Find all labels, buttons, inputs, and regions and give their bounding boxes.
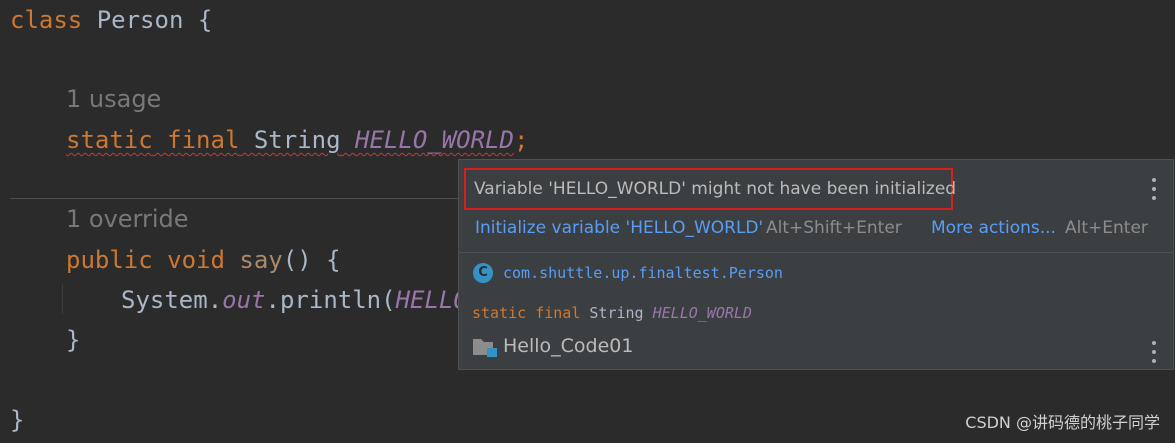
more-vertical-icon[interactable] — [1148, 178, 1160, 200]
code-line-class[interactable]: class Person { — [10, 0, 212, 40]
watermark: CSDN @讲码德的桃子同学 — [965, 413, 1160, 432]
error-squiggle[interactable]: static final String HELLO_WORLD — [66, 126, 514, 154]
decl-type: String — [589, 304, 644, 322]
code-line-method[interactable]: public void say() { — [66, 240, 341, 280]
inspection-popup: Variable 'HELLO_WORLD' might not have be… — [458, 159, 1174, 370]
keyword-static: static — [66, 126, 153, 154]
decl-keywords: static final — [472, 304, 581, 322]
more-vertical-icon[interactable] — [1148, 341, 1160, 363]
usage-hint[interactable]: 1 usage — [66, 79, 161, 119]
code-line-field[interactable]: static final String HELLO_WORLD; — [66, 120, 528, 160]
code-line-close-method[interactable]: } — [66, 320, 80, 360]
keyword-public: public — [66, 246, 153, 274]
println-call: .println( — [265, 286, 396, 314]
class-icon: C — [473, 263, 493, 283]
decl-name: HELLO_WORLD — [652, 304, 752, 322]
qualified-class-name[interactable]: com.shuttle.up.finaltest.Person — [503, 261, 783, 285]
indent-guide — [62, 284, 63, 314]
code-line-close-class[interactable]: } — [10, 400, 24, 440]
method-params: () { — [282, 246, 341, 274]
field-declaration: static final String HELLO_WORLD — [472, 300, 752, 326]
system-ref: System. — [121, 286, 223, 314]
keyword-class: class — [10, 6, 83, 34]
override-hint[interactable]: 1 override — [66, 199, 189, 239]
semicolon: ; — [513, 126, 529, 154]
type-string: String — [253, 126, 341, 154]
keyword-void: void — [167, 246, 225, 274]
module-folder-icon — [473, 339, 497, 357]
out-field: out — [222, 286, 266, 314]
module-name: Hello_Code01 — [503, 335, 634, 357]
more-actions-shortcut: Alt+Enter — [1065, 218, 1148, 238]
quick-fix-shortcut: Alt+Shift+Enter — [766, 218, 902, 238]
class-name: Person { — [82, 6, 213, 34]
popup-divider — [459, 252, 1173, 253]
more-actions-link[interactable]: More actions... — [931, 215, 1056, 241]
field-hello-world: HELLO_WORLD — [355, 126, 514, 154]
code-line-print[interactable]: System.out.println(HELLO_ — [121, 280, 482, 320]
error-message: Variable 'HELLO_WORLD' might not have be… — [474, 179, 957, 199]
method-say: say — [239, 246, 283, 274]
keyword-final: final — [167, 126, 240, 154]
quick-fix-link[interactable]: Initialize variable 'HELLO_WORLD' — [475, 215, 763, 241]
